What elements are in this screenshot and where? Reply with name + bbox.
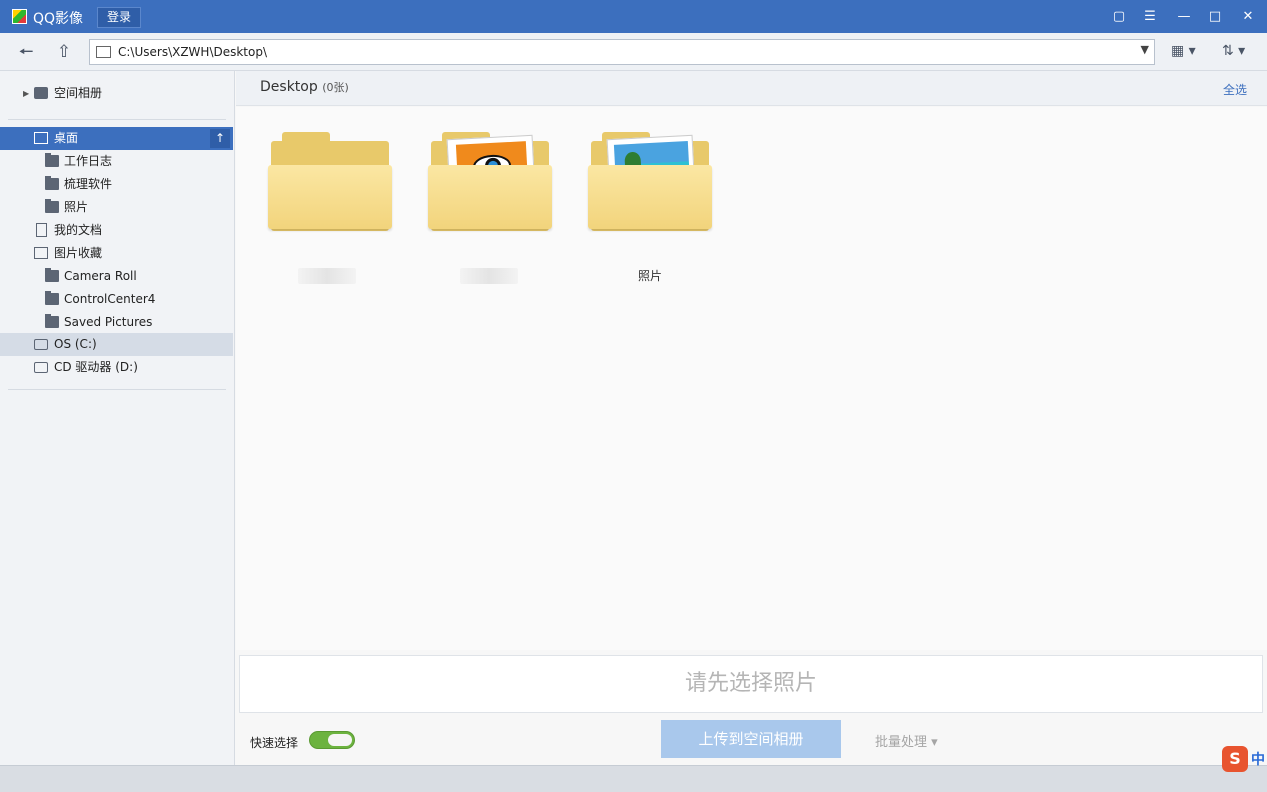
desktop-icon <box>34 132 48 144</box>
sidebar-item-saved-pictures[interactable]: Saved Pictures <box>0 311 233 334</box>
sidebar-item-desktop[interactable]: 桌面 ↑ <box>0 127 233 150</box>
ime-logo-icon[interactable]: S <box>1222 746 1248 772</box>
sidebar-item-software[interactable]: 梳理软件 <box>0 173 233 196</box>
maximize-icon[interactable]: □ <box>1204 6 1226 28</box>
up-folder-icon[interactable]: ⇧ <box>52 40 76 64</box>
sidebar-item-label: ControlCenter4 <box>64 292 156 306</box>
sidebar-item-label: Saved Pictures <box>64 315 153 329</box>
sidebar-item-label: 梳理软件 <box>64 177 113 191</box>
chevron-down-icon[interactable]: ▼ <box>1141 43 1149 56</box>
sidebar-item-photos[interactable]: 照片 <box>0 196 233 219</box>
folder-item[interactable] <box>268 127 392 284</box>
sidebar-item-space-album[interactable]: ▶ 空间相册 <box>0 82 233 105</box>
sidebar-item-label: CD 驱动器 (D:) <box>54 360 138 374</box>
sidebar-item-camera-roll[interactable]: Camera Roll <box>0 265 233 288</box>
select-all-link[interactable]: 全选 <box>1223 81 1247 98</box>
sidebar-item-label: 空间相册 <box>54 86 103 100</box>
close-icon[interactable]: ✕ <box>1237 6 1259 28</box>
expand-arrow-icon[interactable]: ▶ <box>23 82 29 105</box>
title-bar: QQ影像 登录 ▢ ☰ — □ ✕ <box>0 0 1267 33</box>
ime-mode-label[interactable]: 中 <box>1251 749 1265 769</box>
picture-icon <box>34 247 48 259</box>
divider <box>8 119 226 120</box>
minimize-icon[interactable]: — <box>1173 6 1195 28</box>
folder-label: 照片 <box>637 269 662 283</box>
sidebar-item-my-documents[interactable]: 我的文档 <box>0 219 233 242</box>
path-text: C:\Users\XZWH\Desktop\ <box>118 45 268 59</box>
app-title: QQ影像 <box>33 11 84 27</box>
drive-icon <box>34 339 48 350</box>
sidebar-item-drive-d[interactable]: CD 驱动器 (D:) <box>0 356 233 379</box>
toolbar: 🠔 ⇧ C:\Users\XZWH\Desktop\ ▼ ▦ ▾ ⇅ ▾ <box>0 33 1267 71</box>
folder-grid: 照片 <box>236 107 1267 650</box>
selection-hint: 请先选择照片 <box>239 655 1263 713</box>
toggle-knob <box>328 734 352 746</box>
sort-icon[interactable]: ⇅ ▾ <box>1222 43 1245 59</box>
sidebar-item-label: 图片收藏 <box>54 246 103 260</box>
app-logo-icon <box>12 9 27 24</box>
folder-icon <box>45 291 59 305</box>
folder-icon <box>45 176 59 190</box>
folder-icon <box>45 199 59 213</box>
photo-count: (0张) <box>322 81 349 94</box>
sidebar-item-label: 照片 <box>64 200 89 214</box>
sidebar: ▶ 空间相册 桌面 ↑ 工作日志 梳理软件 照片 我的文档 图片收藏 Camer… <box>0 71 235 765</box>
back-arrow-icon[interactable]: 🠔 <box>14 40 38 64</box>
sidebar-item-work-log[interactable]: 工作日志 <box>0 150 233 173</box>
chevron-down-icon: ▾ <box>931 735 938 750</box>
desktop-icon <box>96 46 111 58</box>
folder-icon <box>588 165 712 229</box>
upload-button[interactable]: 上传到空间相册 <box>661 720 841 758</box>
sidebar-item-label: OS (C:) <box>54 337 97 351</box>
sidebar-item-label: 工作日志 <box>64 154 113 168</box>
cd-drive-icon <box>34 362 48 373</box>
folder-icon <box>428 165 552 229</box>
login-button[interactable]: 登录 <box>97 7 141 28</box>
folder-title: Desktop (0张) <box>260 79 349 95</box>
status-bar <box>0 765 1267 792</box>
sidebar-item-label: Camera Roll <box>64 269 137 283</box>
bottom-bar: 快速选择 上传到空间相册 批量处理 ▾ <box>236 714 1267 765</box>
content-header: Desktop (0张) 全选 <box>236 71 1267 106</box>
feedback-icon[interactable]: ▢ <box>1108 6 1130 28</box>
sidebar-item-picture-collection[interactable]: 图片收藏 <box>0 242 233 265</box>
go-up-button[interactable]: ↑ <box>210 129 230 148</box>
quick-select-toggle[interactable] <box>309 731 355 749</box>
path-input[interactable]: C:\Users\XZWH\Desktop\ ▼ <box>89 39 1155 65</box>
quick-select-label: 快速选择 <box>250 736 299 750</box>
document-icon <box>36 223 47 237</box>
sidebar-item-drive-c[interactable]: OS (C:) <box>0 333 233 356</box>
folder-icon <box>45 153 59 167</box>
folder-icon <box>268 165 392 229</box>
sidebar-item-label: 我的文档 <box>54 223 103 237</box>
batch-process-button[interactable]: 批量处理 ▾ <box>875 731 938 750</box>
divider <box>8 389 226 390</box>
blurred-label <box>460 268 518 284</box>
folder-icon <box>45 268 59 282</box>
folder-item[interactable] <box>428 127 552 284</box>
space-album-icon <box>34 87 48 99</box>
sidebar-item-controlcenter4[interactable]: ControlCenter4 <box>0 288 233 311</box>
batch-label: 批量处理 <box>875 735 928 750</box>
folder-name: Desktop <box>260 79 318 95</box>
menu-icon[interactable]: ☰ <box>1139 6 1161 28</box>
blurred-label <box>298 268 356 284</box>
folder-item-photos[interactable]: 照片 <box>588 127 712 283</box>
sidebar-item-label: 桌面 <box>54 131 79 145</box>
folder-icon <box>45 314 59 328</box>
view-mode-icon[interactable]: ▦ ▾ <box>1171 43 1196 59</box>
